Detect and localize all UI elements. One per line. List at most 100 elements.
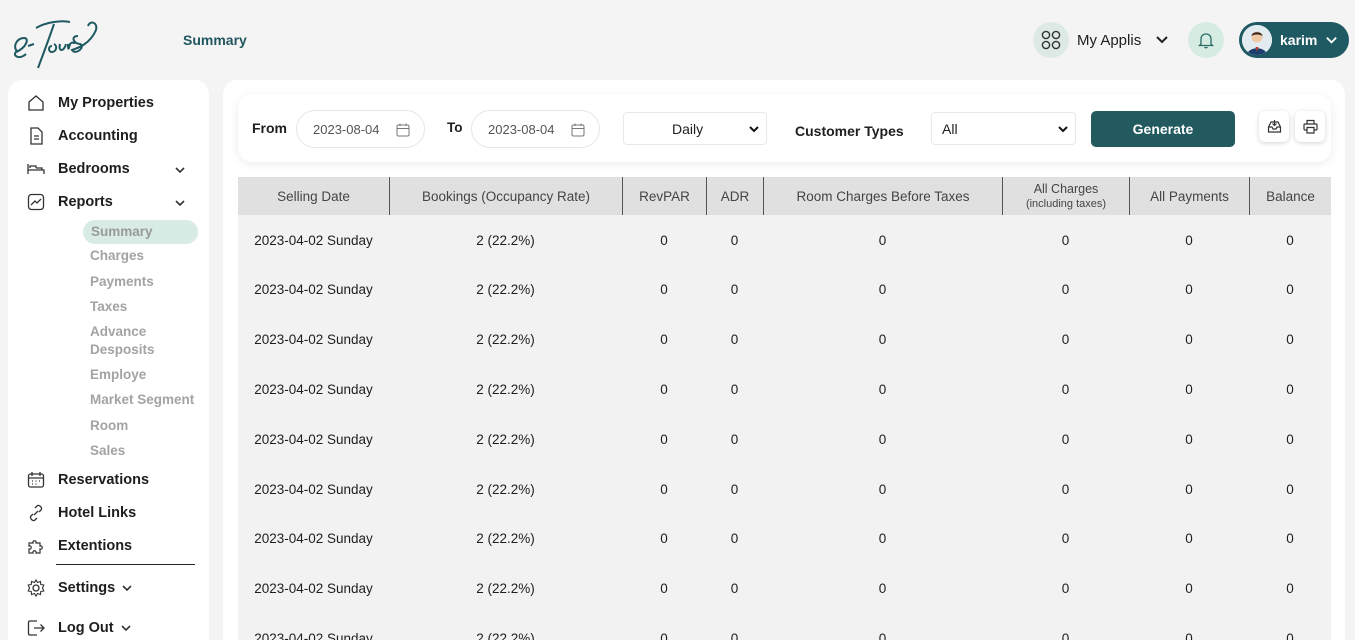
- column-header-label: All Charges: [1033, 182, 1099, 196]
- from-date-input[interactable]: 2023-08-04: [296, 110, 425, 148]
- table-cell: 2023-04-02 Sunday: [254, 381, 373, 397]
- to-date-input[interactable]: 2023-08-04: [471, 110, 600, 148]
- sidebar-subitem-market-segment[interactable]: Market Segment: [90, 391, 194, 409]
- column-header: Balance: [1249, 177, 1331, 215]
- sidebar-item-bedrooms[interactable]: Bedrooms: [26, 159, 130, 179]
- table-row: 2023-04-02 Sunday 2 (22.2%) 0 0 0 0 0 0: [238, 215, 1331, 265]
- table-cell: 0: [1185, 431, 1193, 447]
- table-cell: 2023-04-02 Sunday: [254, 232, 373, 248]
- table-cell: 0: [730, 332, 739, 348]
- column-header-note: (including taxes): [1025, 198, 1107, 210]
- chevron-down-icon[interactable]: [174, 197, 186, 209]
- avatar: [1242, 25, 1272, 55]
- period-value: Daily: [672, 120, 704, 137]
- sidebar-subitem-charges[interactable]: Charges: [90, 247, 144, 265]
- table-cell: 0: [660, 232, 668, 248]
- etours-logo[interactable]: [10, 8, 100, 70]
- export-button[interactable]: [1259, 111, 1289, 142]
- user-menu[interactable]: karim: [1239, 22, 1349, 58]
- table-cell: 2 (22.2%): [476, 282, 535, 298]
- sidebar-item-log-out[interactable]: Log Out: [26, 618, 132, 638]
- table-cell: 0: [878, 332, 887, 348]
- table-row: 2023-04-02 Sunday 2 (22.2%) 0 0 0 0 0 0: [238, 265, 1331, 315]
- sidebar-item-my-properties[interactable]: My Properties: [26, 93, 154, 113]
- sidebar-subitem-desposits[interactable]: Desposits: [90, 341, 155, 359]
- table-cell: 0: [1061, 282, 1070, 298]
- notifications-button[interactable]: [1188, 22, 1224, 58]
- sidebar-item-hotel-links[interactable]: Hotel Links: [26, 503, 136, 523]
- table-cell: 0: [1061, 531, 1070, 547]
- table-cell: 0: [1286, 381, 1294, 397]
- table-cell: 0: [660, 282, 668, 298]
- table-cell: 0: [730, 282, 739, 298]
- table-cell: 2023-04-02 Sunday: [254, 431, 373, 447]
- table-cell: 2 (22.2%): [476, 481, 535, 497]
- table-row: 2023-04-02 Sunday 2 (22.2%) 0 0 0 0 0 0: [238, 464, 1331, 514]
- table-cell: 0: [660, 581, 668, 597]
- generate-button[interactable]: Generate: [1091, 111, 1235, 147]
- document-icon: [26, 126, 46, 146]
- to-date-value: 2023-08-04: [488, 121, 555, 137]
- table-cell: 0: [730, 581, 739, 597]
- table-cell: 0: [878, 232, 887, 248]
- sidebar-item-reservations[interactable]: Reservations: [26, 470, 149, 490]
- chevron-down-icon: [121, 625, 131, 632]
- table-cell: 0: [660, 481, 668, 497]
- bed-icon: [26, 159, 46, 179]
- chevron-down-icon: [122, 585, 132, 592]
- bell-icon: [1197, 33, 1215, 49]
- sidebar-item-reports[interactable]: Reports: [26, 192, 113, 212]
- column-header: RevPAR: [622, 177, 706, 215]
- table-cell: 0: [1286, 431, 1294, 447]
- sidebar-subitem-employe[interactable]: Employe: [90, 366, 146, 384]
- table-cell: 0: [730, 531, 739, 547]
- chevron-down-icon: [749, 126, 759, 133]
- table-cell: 0: [660, 381, 668, 397]
- table-cell: 0: [1061, 481, 1070, 497]
- table-cell: 0: [1061, 381, 1070, 397]
- table-cell: 0: [1061, 431, 1070, 447]
- printer-icon: [1302, 119, 1318, 134]
- table-cell: 0: [878, 581, 887, 597]
- sidebar-subitem-advance[interactable]: Advance: [90, 323, 146, 341]
- table-cell: 0: [1185, 481, 1193, 497]
- table-cell: 0: [660, 531, 668, 547]
- table-row: 2023-04-02 Sunday 2 (22.2%) 0 0 0 0 0 0: [238, 613, 1331, 640]
- table-cell: 0: [1286, 332, 1294, 348]
- table-cell: 0: [1286, 630, 1294, 640]
- sidebar-subitem-room[interactable]: Room: [90, 417, 128, 435]
- customer-types-select[interactable]: All: [931, 112, 1076, 145]
- table-cell: 2 (22.2%): [476, 381, 535, 397]
- sidebar-item-settings[interactable]: Settings: [26, 578, 133, 598]
- link-icon: [26, 503, 46, 523]
- from-label: From: [252, 120, 287, 136]
- table-row: 2023-04-02 Sunday 2 (22.2%) 0 0 0 0 0 0: [238, 414, 1331, 464]
- chevron-down-icon: [1326, 36, 1338, 44]
- sidebar-item-label: Hotel Links: [58, 505, 137, 521]
- sidebar-subitem-payments[interactable]: Payments: [90, 273, 154, 291]
- sidebar-item-accounting[interactable]: Accounting: [26, 126, 138, 146]
- sidebar-item-label: My Properties: [58, 95, 154, 111]
- table-cell: 0: [1286, 481, 1294, 497]
- sidebar-subitem-taxes[interactable]: Taxes: [90, 298, 127, 316]
- sidebar-subitem-summary[interactable]: Summary: [83, 220, 198, 244]
- sidebar-item-label: Bedrooms: [58, 161, 130, 177]
- table-row: 2023-04-02 Sunday 2 (22.2%) 0 0 0 0 0 0: [238, 564, 1331, 614]
- chevron-down-icon[interactable]: [174, 164, 186, 176]
- table-cell: 0: [1061, 332, 1070, 348]
- sidebar-divider: [56, 564, 195, 565]
- print-button[interactable]: [1295, 111, 1325, 142]
- my-apps-menu[interactable]: My Applis: [1033, 22, 1169, 58]
- sidebar-item-label: Accounting: [58, 128, 138, 144]
- table-cell: 2 (22.2%): [476, 531, 535, 547]
- table-cell: 2 (22.2%): [476, 232, 535, 248]
- sidebar-item-label: Reports: [58, 194, 113, 210]
- period-select[interactable]: Daily: [623, 112, 767, 145]
- table-row: 2023-04-02 Sunday 2 (22.2%) 0 0 0 0 0 0: [238, 514, 1331, 564]
- table-cell: 2 (22.2%): [476, 581, 535, 597]
- table-cell: 0: [1185, 282, 1193, 298]
- table-cell: 2023-04-02 Sunday: [254, 581, 373, 597]
- sidebar-subitem-sales[interactable]: Sales: [90, 442, 125, 460]
- sidebar-item-extentions[interactable]: Extentions: [26, 536, 132, 556]
- table-cell: 0: [1286, 282, 1294, 298]
